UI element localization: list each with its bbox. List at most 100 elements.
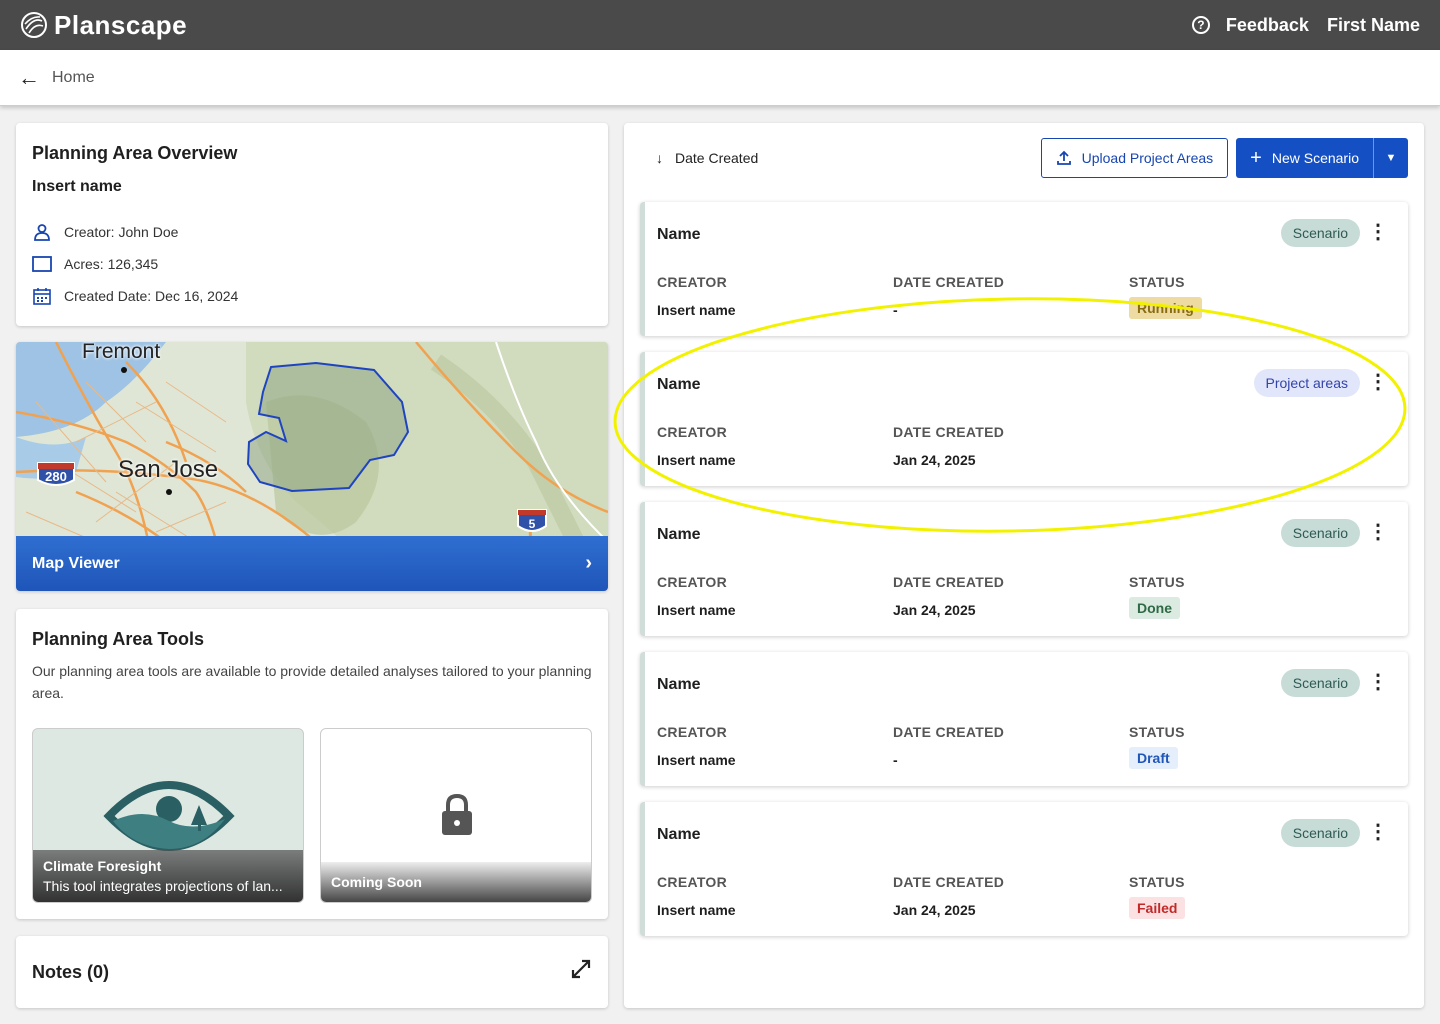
scenarios-toolbar: ↓ Date Created Upload Project Areas + Ne… bbox=[640, 138, 1408, 178]
date-value: Jan 24, 2025 bbox=[893, 902, 976, 918]
date-value: - bbox=[893, 302, 898, 318]
creator-label: CREATOR bbox=[657, 574, 728, 590]
scenario-card[interactable]: Name Scenario ⋮ CREATOR Insert name DATE … bbox=[640, 502, 1408, 636]
calendar-icon bbox=[32, 287, 52, 305]
sort-button[interactable]: ↓ Date Created bbox=[640, 150, 758, 166]
scenario-name: Name bbox=[657, 676, 701, 693]
acres-row: Acres: 126,345 bbox=[32, 248, 592, 280]
date-label: DATE CREATED bbox=[893, 874, 1005, 890]
status-badge: Running bbox=[1129, 297, 1202, 319]
notes-card[interactable]: Notes (0) bbox=[16, 936, 608, 1008]
user-menu[interactable]: First Name bbox=[1327, 15, 1420, 36]
date-label: DATE CREATED bbox=[893, 424, 1005, 440]
planning-area-tools-card: Planning Area Tools Our planning area to… bbox=[16, 609, 608, 919]
planscape-logo-icon bbox=[21, 12, 47, 38]
status-label: STATUS bbox=[1129, 574, 1185, 590]
created-date-text: Created Date: Dec 16, 2024 bbox=[64, 288, 239, 304]
more-options-icon[interactable]: ⋮ bbox=[1368, 222, 1388, 242]
creator-text: Creator: John Doe bbox=[64, 224, 179, 240]
tool-overlay: Climate Foresight This tool integrates p… bbox=[33, 850, 303, 902]
new-scenario-dropdown[interactable]: ▼ bbox=[1374, 138, 1408, 178]
creator-value: Insert name bbox=[657, 902, 736, 918]
svg-text:5: 5 bbox=[529, 517, 536, 531]
scenario-name: Name bbox=[657, 376, 701, 393]
date-label: DATE CREATED bbox=[893, 574, 1005, 590]
back-arrow-icon[interactable]: ← bbox=[18, 66, 40, 89]
lock-icon bbox=[442, 793, 472, 835]
creator-row: Creator: John Doe bbox=[32, 216, 592, 248]
breadcrumb-home[interactable]: Home bbox=[52, 69, 95, 87]
planning-area-overview-card: Planning Area Overview Insert name Creat… bbox=[16, 123, 608, 326]
map-preview-card[interactable]: 280 5 Fremont San Jose Map Viewer › bbox=[16, 342, 608, 591]
upload-label: Upload Project Areas bbox=[1081, 150, 1214, 166]
more-options-icon[interactable]: ⋮ bbox=[1368, 522, 1388, 542]
type-chip: Scenario bbox=[1280, 519, 1360, 547]
type-chip: Scenario bbox=[1280, 219, 1360, 247]
chevron-right-icon: › bbox=[585, 552, 592, 574]
help-icon[interactable]: ? bbox=[1191, 16, 1210, 34]
new-scenario-button-group: + New Scenario ▼ bbox=[1236, 138, 1408, 178]
type-chip: Project areas bbox=[1253, 369, 1360, 397]
breadcrumb: ← Home bbox=[0, 50, 1440, 106]
scenario-name: Name bbox=[657, 526, 701, 543]
tool-description: This tool integrates projections of lan.… bbox=[43, 878, 283, 894]
svg-text:280: 280 bbox=[45, 469, 67, 484]
tools-description: Our planning area tools are available to… bbox=[32, 663, 592, 701]
status-badge: Failed bbox=[1129, 897, 1186, 919]
tools-title: Planning Area Tools bbox=[32, 629, 205, 649]
type-chip: Scenario bbox=[1280, 669, 1360, 697]
creator-label: CREATOR bbox=[657, 424, 728, 440]
type-chip: Scenario bbox=[1280, 819, 1360, 847]
date-label: DATE CREATED bbox=[893, 724, 1005, 740]
creator-label: CREATOR bbox=[657, 724, 728, 740]
date-value: Jan 24, 2025 bbox=[893, 452, 976, 468]
tool-title: Climate Foresight bbox=[43, 858, 162, 874]
status-label: STATUS bbox=[1129, 724, 1185, 740]
creator-label: CREATOR bbox=[657, 874, 728, 890]
creator-value: Insert name bbox=[657, 752, 736, 768]
status-label: STATUS bbox=[1129, 874, 1185, 890]
notes-title: Notes (0) bbox=[32, 961, 110, 982]
feedback-link[interactable]: Feedback bbox=[1226, 15, 1309, 36]
creator-value: Insert name bbox=[657, 452, 736, 468]
new-scenario-button[interactable]: + New Scenario bbox=[1236, 138, 1374, 178]
status-badge: Done bbox=[1129, 597, 1180, 619]
scenario-card[interactable]: Name Scenario ⋮ CREATOR Insert name DATE … bbox=[640, 652, 1408, 786]
tool-overlay: Coming Soon bbox=[321, 862, 591, 902]
acres-text: Acres: 126,345 bbox=[64, 256, 159, 272]
map-label-san-jose: San Jose bbox=[118, 456, 219, 483]
creator-label: CREATOR bbox=[657, 274, 728, 290]
overview-title: Planning Area Overview bbox=[32, 143, 238, 163]
scenario-card[interactable]: Name Scenario ⋮ CREATOR Insert name DATE … bbox=[640, 802, 1408, 936]
scenario-name: Name bbox=[657, 226, 701, 243]
more-options-icon[interactable]: ⋮ bbox=[1368, 822, 1388, 842]
interstate-5-shield: 5 bbox=[517, 509, 547, 532]
creator-value: Insert name bbox=[657, 602, 736, 618]
more-options-icon[interactable]: ⋮ bbox=[1368, 672, 1388, 692]
date-value: Jan 24, 2025 bbox=[893, 602, 976, 618]
interstate-280-shield: 280 bbox=[37, 462, 75, 486]
map-label-fremont: Fremont bbox=[82, 342, 161, 363]
scenario-name: Name bbox=[657, 826, 701, 843]
map-viewer-button[interactable]: Map Viewer › bbox=[16, 536, 608, 591]
expand-icon[interactable] bbox=[570, 958, 592, 986]
upload-project-areas-button[interactable]: Upload Project Areas bbox=[1040, 138, 1229, 178]
scenario-card[interactable]: Name Scenario ⋮ CREATOR Insert name DATE … bbox=[640, 202, 1408, 336]
tool-card-climate-foresight[interactable]: Climate Foresight This tool integrates p… bbox=[32, 728, 304, 903]
planning-area-name: Insert name bbox=[32, 178, 122, 195]
new-scenario-label: New Scenario bbox=[1271, 150, 1359, 166]
app-name: Planscape bbox=[54, 9, 188, 40]
tool-title: Coming Soon bbox=[331, 874, 422, 890]
caret-down-icon: ▼ bbox=[1385, 152, 1397, 164]
map-viewer-label: Map Viewer bbox=[32, 554, 120, 572]
arrow-down-icon: ↓ bbox=[656, 150, 663, 166]
sort-label: Date Created bbox=[675, 150, 759, 166]
more-options-icon[interactable]: ⋮ bbox=[1368, 372, 1388, 392]
top-bar: Planscape ? Feedback First Name bbox=[0, 0, 1440, 50]
upload-icon bbox=[1056, 150, 1071, 165]
date-value: - bbox=[893, 752, 898, 768]
app-logo[interactable]: Planscape bbox=[20, 10, 187, 41]
plus-icon: + bbox=[1250, 146, 1262, 169]
area-icon bbox=[32, 256, 52, 272]
scenario-card[interactable]: Name Project areas ⋮ CREATOR Insert name … bbox=[640, 352, 1408, 486]
